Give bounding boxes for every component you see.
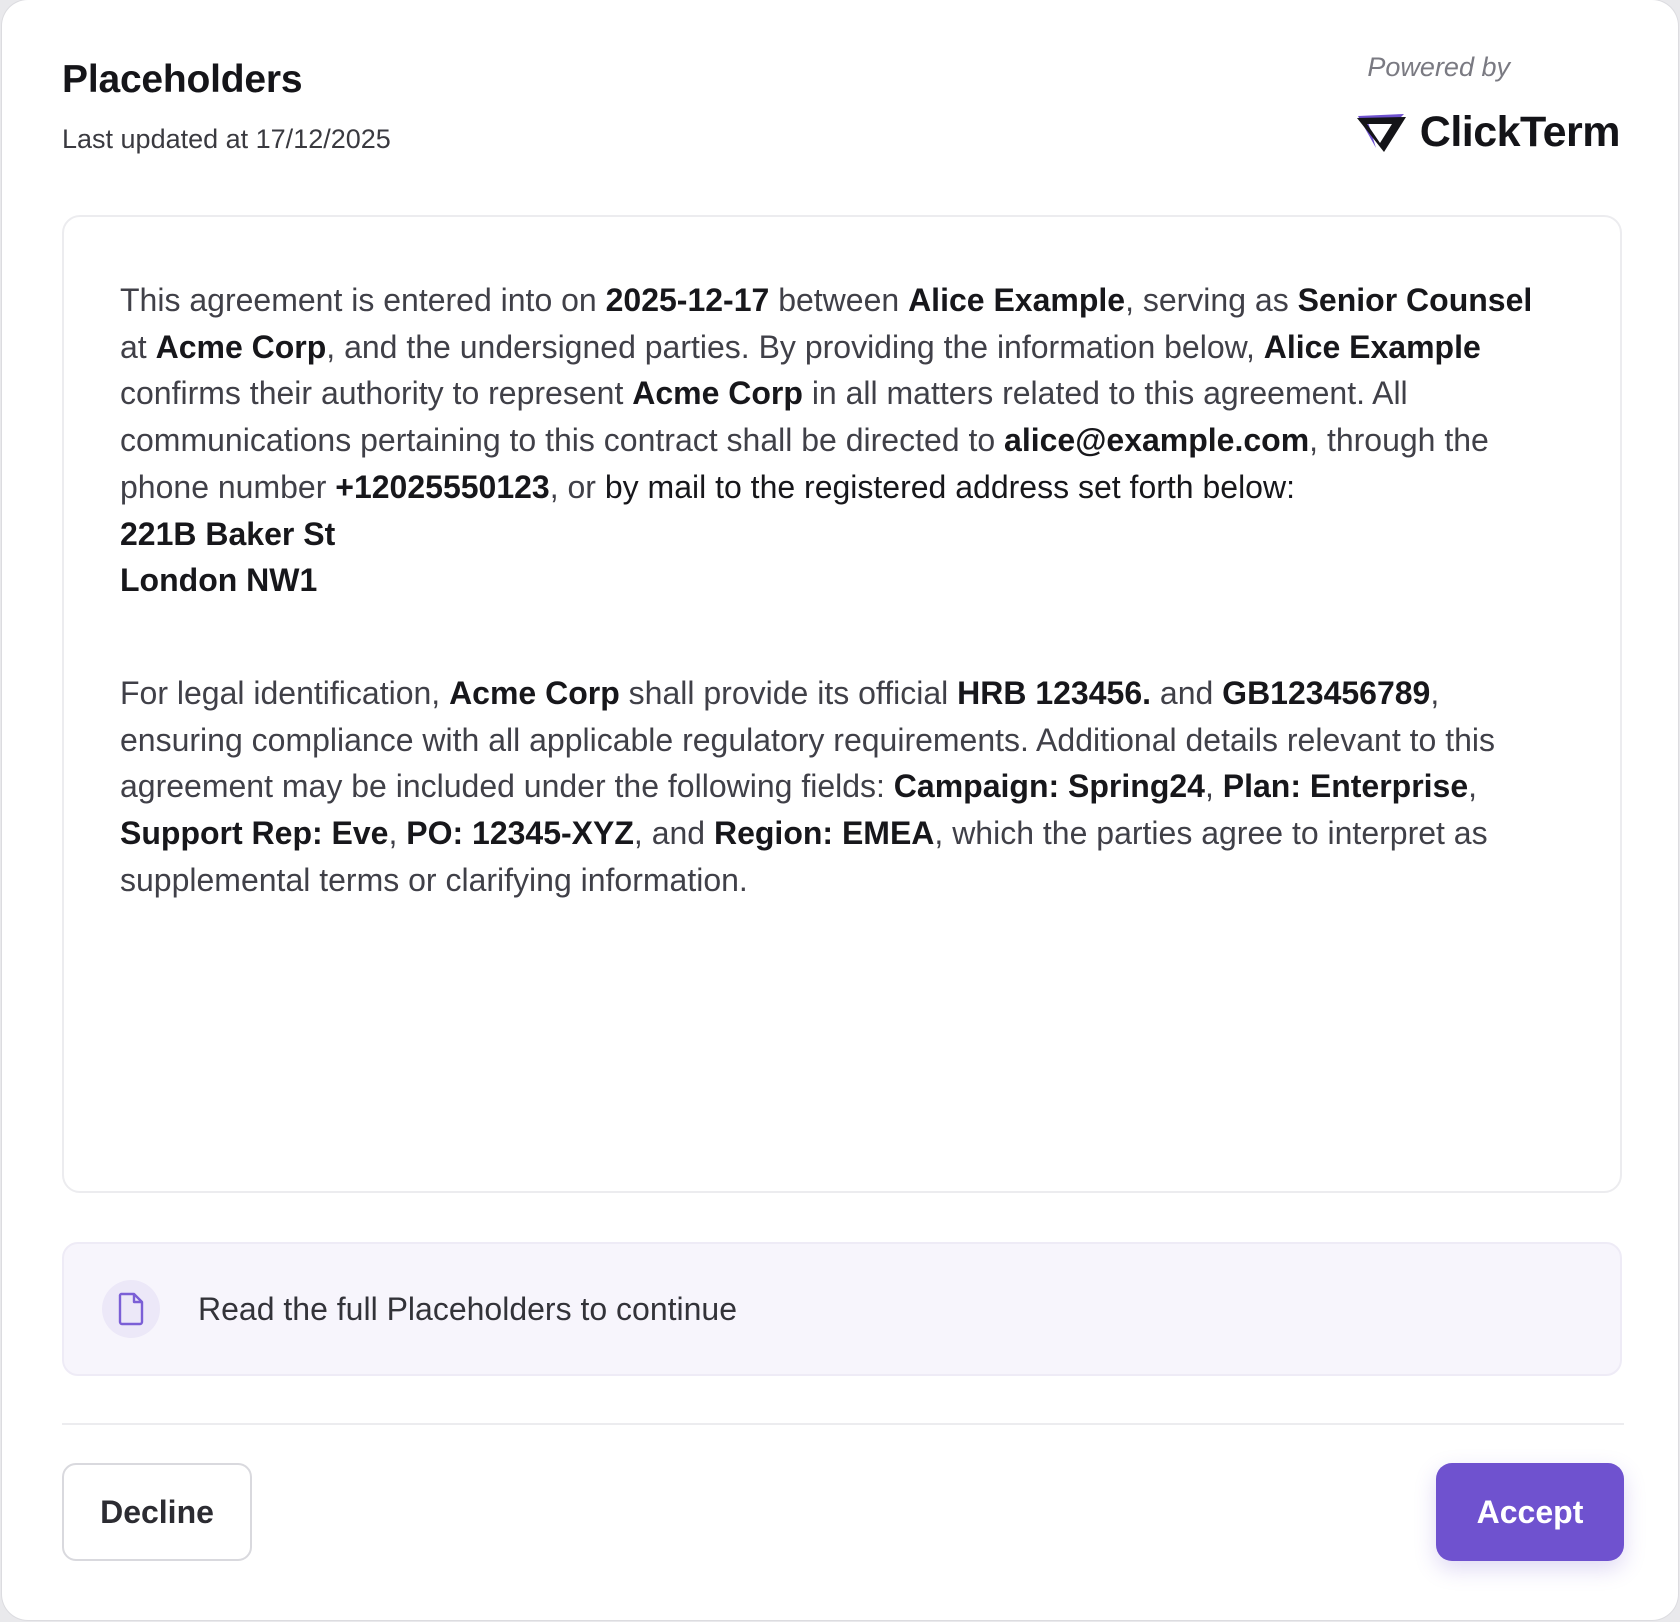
last-updated-text: Last updated at 17/12/2025 [62,124,391,154]
placeholder-field-plan: Plan: Enterprise [1222,768,1469,805]
placeholder-registration-number: HRB 123456. [957,674,1151,711]
modal-header: Placeholders Last updated at 17/12/2025 [62,58,391,155]
agreement-paragraph-2: For legal identification, Acme Corp shal… [120,674,1495,898]
agreement-text-panel[interactable]: This agreement is entered into on 2025-1… [62,215,1622,1193]
placeholder-name: Alice Example [1263,328,1481,365]
notice-text: Read the full Placeholders to continue [198,1290,738,1327]
placeholder-field-campaign: Campaign: Spring24 [893,768,1205,805]
placeholder-company: Acme Corp [449,674,620,711]
placeholder-name: Alice Example [908,282,1126,318]
consent-modal: Placeholders Last updated at 17/12/2025 … [2,0,1678,1620]
brand-logo-row: ClickTerm [1354,108,1621,157]
document-icon [102,1280,160,1338]
brand-name: ClickTerm [1419,108,1621,156]
footer-divider [62,1423,1624,1425]
placeholder-company: Acme Corp [155,328,327,365]
page-title: Placeholders [62,58,303,101]
placeholder-role: Senior Counsel [1297,282,1533,318]
clickterm-logo-icon [1356,113,1406,152]
placeholder-address-line-1: 221B Baker St [120,515,336,552]
powered-by-branding: Powered by ClickTerm [1350,52,1621,162]
decline-button[interactable]: Decline [62,1463,252,1561]
read-requirement-notice: Read the full Placeholders to continue [62,1242,1622,1376]
placeholder-field-region: Region: EMEA [713,815,935,852]
placeholder-address-line-2: London NW1 [120,562,318,599]
placeholder-field-support-rep: Support Rep: Eve [120,815,389,852]
accept-button[interactable]: Accept [1436,1463,1624,1561]
powered-by-label: Powered by [1367,52,1510,82]
agreement-paragraph-1: This agreement is entered into on 2025-1… [120,282,1533,599]
placeholder-vat-number: GB123456789 [1222,674,1431,711]
placeholder-company: Acme Corp [632,375,803,412]
placeholder-field-po: PO: 12345-XYZ [406,815,634,852]
placeholder-phone: +12025550123 [335,468,550,505]
placeholder-date: 2025-12-17 [605,282,770,318]
placeholder-email: alice@example.com [1004,422,1310,459]
